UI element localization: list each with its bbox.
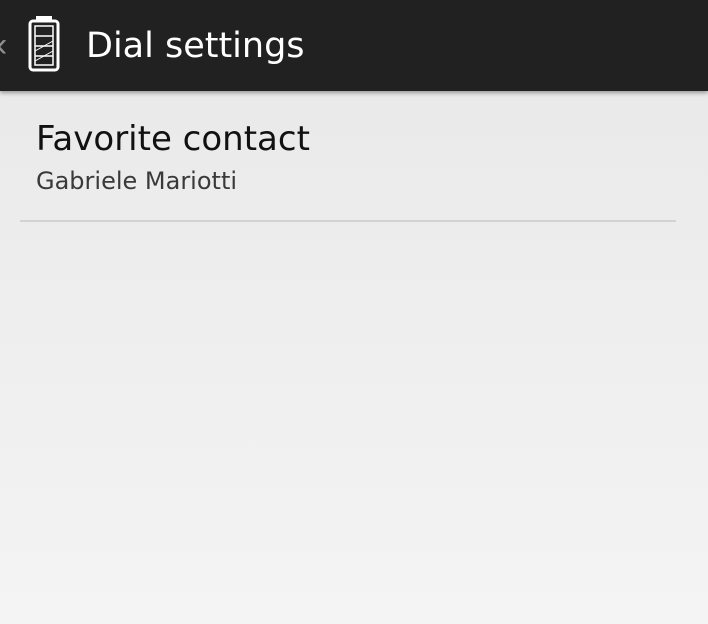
chevron-left-icon[interactable]: ‹	[0, 26, 12, 64]
list-divider	[20, 220, 676, 222]
preference-title: Favorite contact	[36, 119, 310, 159]
preference-summary: Gabriele Mariotti	[36, 167, 238, 195]
battery-icon[interactable]	[24, 14, 64, 74]
page-title: Dial settings	[86, 26, 305, 66]
favorite-contact-preference[interactable]: Favorite contact Gabriele Mariotti	[20, 92, 676, 220]
action-bar: ‹ Dial settings	[0, 0, 708, 91]
